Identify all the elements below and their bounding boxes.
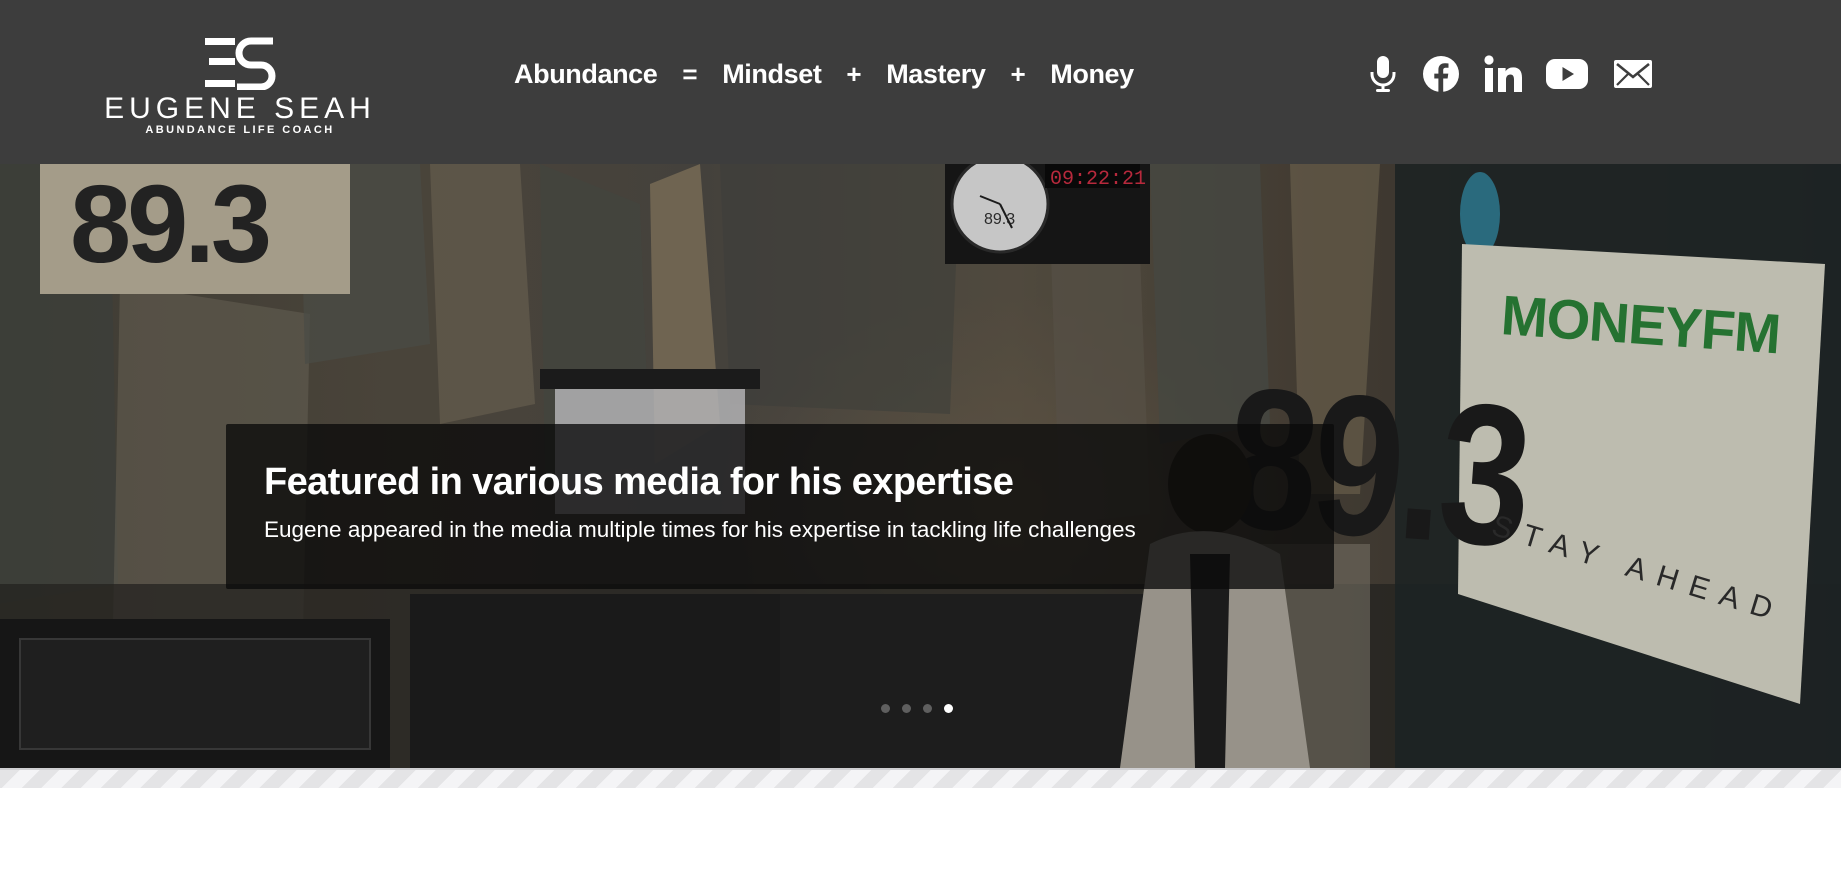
slide-caption-title: Featured in various media for his expert… [264,461,1014,503]
slider-dot-1[interactable] [881,704,890,713]
hero-slider: 89.3 89.3 09:22:21 MONEYFM 89.3 STAY AHE… [0,164,1841,768]
slider-dot-4-active[interactable] [944,704,953,713]
facebook-icon[interactable] [1422,55,1460,93]
main-nav: Abundance = Mindset + Mastery + Money [514,56,1134,92]
es-monogram-icon [205,37,276,90]
nav-operator-plus: + [1010,58,1026,89]
nav-item-mindset[interactable]: Mindset [722,59,822,90]
slide-caption: Featured in various media for his expert… [226,424,1334,589]
nav-item-money[interactable]: Money [1050,59,1134,90]
logo-name: EUGENE SEAH [104,92,376,125]
site-logo[interactable]: EUGENE SEAH ABUNDANCE LIFE COACH [104,36,376,146]
slider-pagination [881,704,965,713]
microphone-icon[interactable] [1368,54,1398,94]
social-links [1368,52,1652,96]
logo-tagline: ABUNDANCE LIFE COACH [145,124,335,136]
nav-item-abundance[interactable]: Abundance [514,59,658,90]
youtube-icon[interactable] [1546,59,1588,89]
nav-item-mastery[interactable]: Mastery [886,59,986,90]
slide-caption-subtitle: Eugene appeared in the media multiple ti… [264,517,1136,542]
email-icon[interactable] [1614,60,1652,88]
nav-operator-equals: = [682,58,698,89]
nav-operator-plus: + [846,58,862,89]
section-divider-stripe [0,768,1841,788]
slider-dot-3[interactable] [923,704,932,713]
slider-dot-2[interactable] [902,704,911,713]
linkedin-icon[interactable] [1484,55,1524,93]
page-content-area [0,788,1841,892]
site-header: EUGENE SEAH ABUNDANCE LIFE COACH Abundan… [0,0,1841,164]
